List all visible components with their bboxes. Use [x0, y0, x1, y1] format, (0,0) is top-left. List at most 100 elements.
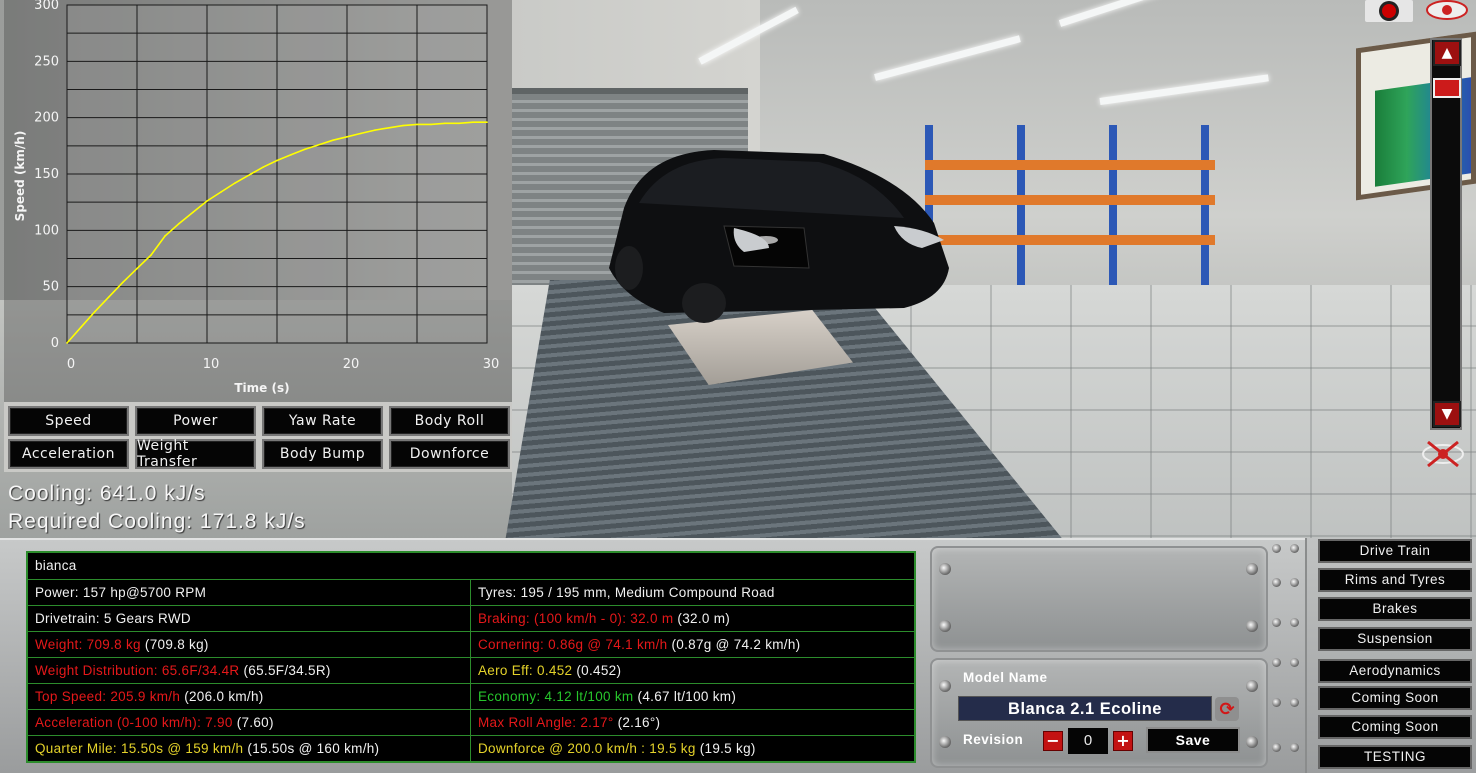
- required-cooling-readout: Required Cooling: 171.8 kJ/s: [8, 510, 306, 533]
- car-model[interactable]: [604, 148, 954, 323]
- stat-cell-right: Aero Eff: 0.452 (0.452): [471, 658, 914, 683]
- stat-value: Braking: (100 km/h - 0): 32.0 m: [478, 611, 674, 626]
- x-tick-label: 30: [483, 357, 500, 372]
- stat-value: Tyres: 195 / 195 mm, Medium Compound Roa…: [478, 585, 775, 600]
- y-tick-label: 0: [51, 336, 59, 351]
- screw-icon: [1246, 620, 1258, 632]
- stat-cell-left: Weight Distribution: 65.6F/34.4R (65.5F/…: [28, 658, 471, 683]
- speed-chart-svg: 0 50 100 150 200 250 300 0 10 20 30 Time (s) Speed…: [13, 0, 500, 395]
- graph-button-weight-transfer[interactable]: Weight Transfer: [135, 438, 256, 470]
- stat-value: (7.60): [232, 715, 274, 730]
- stat-value: (0.87g @ 74.2 km/h): [667, 637, 801, 652]
- save-button[interactable]: Save: [1146, 727, 1240, 753]
- x-tick-label: 0: [67, 357, 75, 372]
- stat-cell-left: Top Speed: 205.9 km/h (206.0 km/h): [28, 684, 471, 709]
- stats-row: Weight Distribution: 65.6F/34.4R (65.5F/…: [28, 657, 914, 683]
- stat-value: Aero Eff: 0.452: [478, 663, 573, 678]
- y-axis-label: Speed (km/h): [13, 131, 27, 222]
- stat-cell-left: Drivetrain: 5 Gears RWD: [28, 606, 471, 631]
- graph-button-body-roll[interactable]: Body Roll: [389, 406, 510, 436]
- screw-icon: [1246, 680, 1258, 692]
- stat-cell-right: Cornering: 0.86g @ 74.1 km/h (0.87g @ 74…: [471, 632, 914, 657]
- graph-button-downforce[interactable]: Downforce: [389, 439, 510, 469]
- menu-aerodynamics[interactable]: Aerodynamics: [1318, 659, 1472, 683]
- stat-value: (0.452): [572, 663, 622, 678]
- telemetry-chart: 0 50 100 150 200 250 300 0 10 20 30 Time (s) Speed…: [4, 0, 512, 402]
- stats-row: Power: 157 hp@5700 RPM Tyres: 195 / 195 m…: [28, 579, 914, 605]
- stats-row: Acceleration (0-100 km/h): 7.90 (7.60) Ma…: [28, 709, 914, 735]
- stats-row: Top Speed: 205.9 km/h (206.0 km/h) Econom…: [28, 683, 914, 709]
- stat-value: (32.0 m): [673, 611, 731, 626]
- car-stats-table: bianca Power: 157 hp@5700 RPM Tyres: 195 …: [26, 551, 916, 763]
- menu-testing[interactable]: TESTING: [1318, 745, 1472, 769]
- cooling-readout: Cooling: 641.0 kJ/s: [8, 482, 206, 505]
- panel-rivets: [1270, 538, 1304, 773]
- menu-drive-train[interactable]: Drive Train: [1318, 539, 1472, 563]
- stat-value: (15.50s @ 160 km/h): [243, 741, 380, 756]
- menu-coming-soon-2[interactable]: Coming Soon: [1318, 715, 1472, 739]
- stat-value: (4.67 lt/100 km): [633, 689, 737, 704]
- ceiling-light: [874, 35, 1021, 81]
- stat-cell-left: Quarter Mile: 15.50s @ 159 km/h (15.50s …: [28, 736, 471, 761]
- stat-value: Weight Distribution: 65.6F/34.4R: [35, 663, 240, 678]
- graph-button-speed[interactable]: Speed: [8, 406, 129, 436]
- model-name-field[interactable]: Blanca 2.1 Ecoline: [958, 696, 1212, 721]
- model-name-label: Model Name: [963, 670, 1048, 685]
- view-eye-icon[interactable]: [1424, 0, 1470, 22]
- x-axis-label: Time (s): [234, 381, 289, 395]
- stat-value: (65.5F/34.5R): [239, 663, 331, 678]
- y-tick-label: 100: [34, 223, 59, 238]
- menu-suspension[interactable]: Suspension: [1318, 627, 1472, 651]
- revision-plus-button[interactable]: +: [1113, 731, 1133, 751]
- graph-button-acceleration[interactable]: Acceleration: [8, 439, 129, 469]
- graph-button-body-bump[interactable]: Body Bump: [262, 439, 383, 469]
- y-tick-label: 250: [34, 54, 59, 69]
- scroll-up-arrow-icon[interactable]: ▲: [1433, 40, 1461, 66]
- stat-value: Acceleration (0-100 km/h): 7.90: [35, 715, 233, 730]
- stat-cell-right: Downforce @ 200.0 km/h : 19.5 kg (19.5 k…: [471, 736, 914, 761]
- menu-rims-and-tyres[interactable]: Rims and Tyres: [1318, 568, 1472, 592]
- graph-button-power[interactable]: Power: [135, 406, 256, 436]
- info-plate: [930, 546, 1268, 652]
- stat-value: Economy: 4.12 lt/100 km: [478, 689, 634, 704]
- x-tick-label: 10: [203, 357, 220, 372]
- stat-value: Cornering: 0.86g @ 74.1 km/h: [478, 637, 668, 652]
- car-name: bianca: [35, 558, 77, 573]
- screw-icon: [1246, 563, 1258, 575]
- menu-brakes[interactable]: Brakes: [1318, 597, 1472, 621]
- stats-row: Weight: 709.8 kg (709.8 kg) Cornering: 0.…: [28, 631, 914, 657]
- stats-row: Quarter Mile: 15.50s @ 159 km/h (15.50s …: [28, 735, 914, 761]
- stat-cell-left: Acceleration (0-100 km/h): 7.90 (7.60): [28, 710, 471, 735]
- reset-name-icon[interactable]: ⟳: [1215, 697, 1239, 721]
- stat-cell-left: Weight: 709.8 kg (709.8 kg): [28, 632, 471, 657]
- scroll-down-arrow-icon[interactable]: ▼: [1433, 401, 1461, 427]
- scroll-thumb[interactable]: [1433, 78, 1461, 98]
- menu-coming-soon-1[interactable]: Coming Soon: [1318, 686, 1472, 710]
- graph-selector: Speed Power Yaw Rate Body Roll Accelerat…: [4, 402, 512, 472]
- graph-button-yaw-rate[interactable]: Yaw Rate: [262, 406, 383, 436]
- screw-icon: [1246, 736, 1258, 748]
- y-tick-label: 200: [34, 111, 59, 126]
- screw-icon: [939, 620, 951, 632]
- y-tick-label: 300: [34, 0, 59, 13]
- revision-value: 0: [1068, 728, 1108, 754]
- hide-view-icon[interactable]: [1420, 438, 1466, 470]
- record-camera-icon[interactable]: [1365, 0, 1413, 22]
- y-tick-label: 150: [34, 167, 59, 182]
- stat-value: (709.8 kg): [140, 637, 209, 652]
- screw-icon: [939, 680, 951, 692]
- stat-value: Max Roll Angle: 2.17°: [478, 715, 614, 730]
- stat-value: (19.5 kg): [695, 741, 756, 756]
- stat-value: Power: 157 hp@5700 RPM: [35, 585, 207, 600]
- screw-icon: [939, 736, 951, 748]
- stat-value: Quarter Mile: 15.50s @ 159 km/h: [35, 741, 244, 756]
- stat-cell-right: Tyres: 195 / 195 mm, Medium Compound Roa…: [471, 580, 914, 605]
- revision-minus-button[interactable]: −: [1043, 731, 1063, 751]
- ceiling-light: [1099, 74, 1269, 105]
- stat-value: Drivetrain: 5 Gears RWD: [35, 611, 191, 626]
- stat-value: Top Speed: 205.9 km/h: [35, 689, 181, 704]
- storage-shelf: [925, 125, 1215, 285]
- stat-value: Weight: 709.8 kg: [35, 637, 141, 652]
- stat-cell-left: Power: 157 hp@5700 RPM: [28, 580, 471, 605]
- stat-cell-right: Braking: (100 km/h - 0): 32.0 m (32.0 m): [471, 606, 914, 631]
